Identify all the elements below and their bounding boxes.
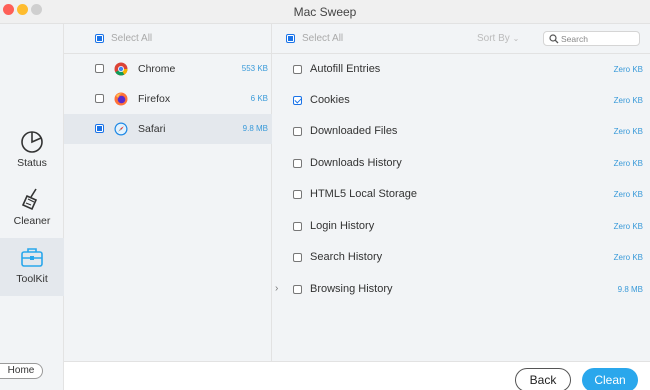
item-row[interactable]: HTML5 Local Storage Zero KB xyxy=(272,179,650,210)
item-name: Cookies xyxy=(310,94,350,106)
browser-select-all-label: Select All xyxy=(111,33,153,44)
toolbox-icon xyxy=(21,248,43,267)
item-checkbox[interactable] xyxy=(293,159,302,168)
item-name: Downloaded Files xyxy=(310,125,398,137)
item-row[interactable]: Login History Zero KB xyxy=(272,211,650,242)
back-button[interactable]: Back xyxy=(515,368,571,390)
item-row[interactable]: Search History Zero KB xyxy=(272,242,650,273)
item-checkbox[interactable] xyxy=(293,222,302,231)
broom-icon xyxy=(21,188,38,211)
item-row-expandable[interactable]: › Browsing History 9.8 MB xyxy=(272,274,650,305)
item-row[interactable]: Downloaded Files Zero KB xyxy=(272,116,650,147)
item-row[interactable]: Autofill Entries Zero KB xyxy=(272,54,650,85)
browser-row-firefox[interactable]: Firefox 6 KB xyxy=(64,84,272,114)
browser-checkbox[interactable] xyxy=(95,64,104,73)
browser-size: 9.8 MB xyxy=(242,124,268,133)
sort-by-dropdown[interactable]: Sort By ⌄ xyxy=(477,33,519,44)
items-select-all-checkbox[interactable] xyxy=(286,34,295,43)
item-size: 9.8 MB xyxy=(617,285,643,294)
item-checkbox[interactable] xyxy=(293,96,302,105)
browser-checkbox[interactable] xyxy=(95,94,104,103)
item-checkbox[interactable] xyxy=(293,253,302,262)
safari-icon xyxy=(114,122,128,136)
home-button[interactable]: Home xyxy=(0,363,43,379)
sidebar-item-label: ToolKit xyxy=(16,273,48,285)
item-size: Zero KB xyxy=(613,222,643,231)
item-size: Zero KB xyxy=(613,159,643,168)
item-name: Autofill Entries xyxy=(310,63,381,75)
browser-list: Select All Chrome 553 KB Firefox 6 KB Sa… xyxy=(64,24,272,361)
sidebar-item-label: Cleaner xyxy=(13,215,51,227)
search-icon xyxy=(549,34,559,44)
item-checkbox[interactable] xyxy=(293,127,302,136)
item-checkbox[interactable] xyxy=(293,190,302,199)
item-size: Zero KB xyxy=(613,190,643,199)
sidebar-item-cleaner[interactable]: Cleaner xyxy=(0,186,64,242)
item-row[interactable]: Downloads History Zero KB xyxy=(272,148,650,179)
item-size: Zero KB xyxy=(613,96,643,105)
browser-row-safari[interactable]: Safari 9.8 MB xyxy=(64,114,272,144)
browser-size: 553 KB xyxy=(241,64,268,73)
item-name: Downloads History xyxy=(310,157,402,169)
chevron-down-icon: ⌄ xyxy=(512,34,520,43)
sidebar-item-label: Status xyxy=(17,157,47,169)
item-checkbox[interactable] xyxy=(293,285,302,294)
item-checkbox[interactable] xyxy=(293,65,302,74)
items-header: Select All Sort By ⌄ xyxy=(272,24,650,54)
title-bar: Mac Sweep xyxy=(0,0,650,24)
items-panel: Select All Sort By ⌄ Autofill Entries Ze… xyxy=(272,24,650,361)
window-title: Mac Sweep xyxy=(293,5,357,19)
item-name: HTML5 Local Storage xyxy=(310,188,417,200)
item-name: Login History xyxy=(310,220,375,232)
sidebar-item-status[interactable]: Status xyxy=(0,128,64,184)
sidebar-item-toolkit[interactable]: ToolKit xyxy=(0,238,64,296)
items-select-all-label: Select All xyxy=(302,33,344,44)
browser-checkbox[interactable] xyxy=(95,124,104,133)
pie-chart-icon xyxy=(21,131,43,153)
chevron-right-icon[interactable]: › xyxy=(275,283,278,294)
search-box[interactable] xyxy=(543,31,640,46)
item-size: Zero KB xyxy=(613,65,643,74)
item-name: Browsing History xyxy=(310,283,393,295)
browser-name: Safari xyxy=(138,123,166,135)
item-size: Zero KB xyxy=(613,127,643,136)
item-name: Search History xyxy=(310,251,383,263)
sidebar: Status Cleaner ToolKit Home xyxy=(0,24,64,390)
browser-size: 6 KB xyxy=(250,94,268,103)
footer-bar: Back Clean xyxy=(64,361,650,390)
firefox-icon xyxy=(114,92,128,106)
search-input[interactable] xyxy=(561,33,637,44)
clean-button[interactable]: Clean xyxy=(582,368,638,390)
browser-row-chrome[interactable]: Chrome 553 KB xyxy=(64,54,272,84)
chrome-icon xyxy=(114,62,128,76)
sort-by-label: Sort By xyxy=(477,33,510,44)
browser-select-all-checkbox[interactable] xyxy=(95,34,104,43)
browser-list-header: Select All xyxy=(64,24,271,54)
browser-name: Chrome xyxy=(138,63,176,75)
browser-name: Firefox xyxy=(138,93,171,105)
item-size: Zero KB xyxy=(613,253,643,262)
item-row[interactable]: Cookies Zero KB xyxy=(272,85,650,116)
